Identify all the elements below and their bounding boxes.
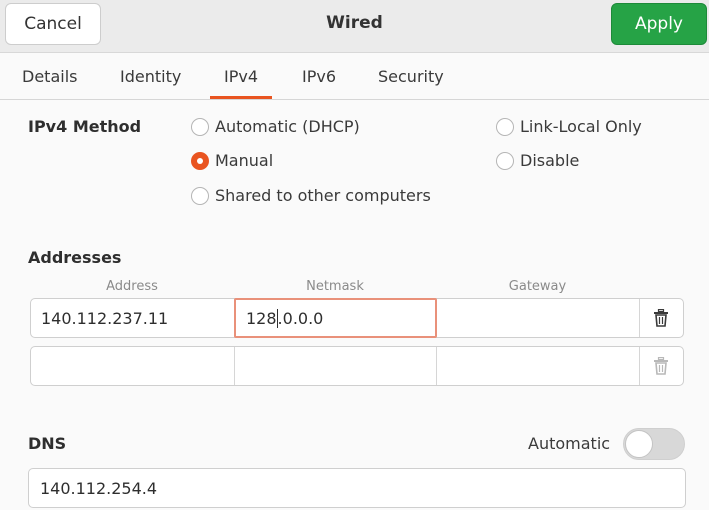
radio-button-selected[interactable]	[191, 151, 209, 170]
dns-automatic-switch[interactable]	[623, 428, 685, 460]
netmask-input[interactable]: 128.0.0.0	[234, 298, 437, 338]
dns-automatic-label: Automatic	[528, 434, 611, 453]
apply-button[interactable]: Apply	[611, 3, 707, 45]
radio-manual[interactable]: Manual	[191, 151, 273, 170]
column-header-address: Address	[106, 279, 158, 294]
radio-automatic-dhcp[interactable]: Automatic (DHCP)	[191, 117, 360, 136]
tab-bar: Details Identity IPv4 IPv6 Security	[0, 53, 709, 100]
ipv4-method-label: IPv4 Method	[28, 117, 142, 136]
address-input[interactable]: 140.112.237.11	[31, 299, 235, 337]
tab-details[interactable]: Details	[22, 53, 77, 99]
address-input[interactable]	[31, 347, 235, 385]
radio-label: Link-Local Only	[520, 117, 642, 136]
netmask-text-before-caret: 128	[246, 308, 277, 328]
addresses-label: Addresses	[28, 248, 122, 267]
address-row-empty	[30, 346, 684, 386]
radio-button[interactable]	[191, 117, 209, 136]
radio-label: Manual	[215, 151, 274, 170]
radio-button[interactable]	[496, 151, 514, 170]
tab-identity[interactable]: Identity	[120, 53, 181, 99]
radio-label: Automatic (DHCP)	[215, 117, 360, 136]
netmask-text-after-caret: .0.0.0	[277, 308, 324, 328]
tab-security[interactable]: Security	[378, 53, 444, 99]
radio-label: Disable	[520, 151, 580, 170]
address-row: 140.112.237.11 128.0.0.0	[30, 298, 684, 338]
gateway-input[interactable]	[437, 347, 640, 385]
radio-link-local-only[interactable]: Link-Local Only	[496, 117, 642, 136]
delete-address-button[interactable]	[639, 299, 683, 337]
radio-button[interactable]	[496, 117, 514, 136]
trash-icon	[654, 357, 668, 375]
radio-button[interactable]	[191, 186, 209, 205]
delete-address-button-disabled	[639, 347, 683, 385]
netmask-input[interactable]	[234, 347, 437, 385]
gateway-input[interactable]	[437, 299, 640, 337]
trash-icon	[654, 309, 668, 327]
radio-label: Shared to other computers	[215, 186, 431, 205]
tab-ipv4[interactable]: IPv4	[209, 53, 273, 99]
header-bar: Cancel Wired Apply	[0, 0, 709, 53]
radio-shared[interactable]: Shared to other computers	[191, 186, 431, 205]
column-header-gateway: Gateway	[508, 279, 567, 294]
tab-ipv6[interactable]: IPv6	[302, 53, 336, 99]
switch-knob	[625, 430, 653, 458]
column-header-netmask: Netmask	[306, 279, 364, 294]
radio-disable[interactable]: Disable	[496, 151, 579, 170]
dns-input[interactable]: 140.112.254.4	[28, 468, 686, 508]
dns-label: DNS	[28, 434, 67, 453]
dialog-title: Wired	[326, 13, 383, 33]
